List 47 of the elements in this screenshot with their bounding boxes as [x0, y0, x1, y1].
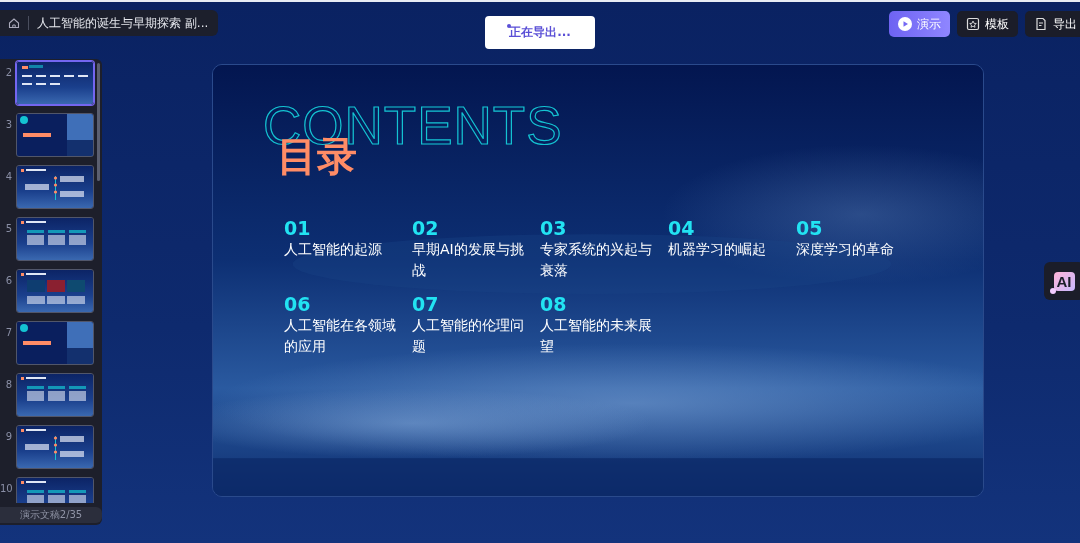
item-title: 专家系统的兴起与衰落	[540, 240, 653, 280]
ai-assistant-button[interactable]: AI	[1044, 262, 1080, 300]
slide-thumbnail[interactable]	[16, 269, 94, 313]
slide-number: 5	[4, 222, 12, 234]
slide-number: 8	[4, 378, 12, 390]
item-number: 05	[796, 217, 823, 239]
item-title: 早期AI的发展与挑战	[412, 240, 525, 280]
slide-thumbnail[interactable]	[16, 425, 94, 469]
item-number: 08	[540, 293, 567, 315]
item-number: 01	[284, 217, 311, 239]
slide-thumbnail[interactable]	[16, 373, 94, 417]
loading-dot-icon	[507, 24, 511, 28]
slide-thumbnail[interactable]	[16, 165, 94, 209]
item-number: 07	[412, 293, 439, 315]
item-title: 人工智能的伦理问题	[412, 316, 525, 356]
scrollbar[interactable]	[97, 63, 100, 181]
item-title: 深度学习的革命	[796, 240, 895, 259]
slide-thumbnail[interactable]	[16, 113, 94, 157]
item-title: 机器学习的崛起	[668, 240, 767, 259]
document-icon	[1034, 17, 1048, 31]
document-title: 人工智能的诞生与早期探索 副...	[37, 14, 209, 32]
item-title: 人工智能在各领域的应用	[284, 316, 397, 356]
export-button[interactable]: 导出	[1025, 11, 1080, 37]
slide-number: 6	[4, 274, 12, 286]
template-icon	[966, 17, 980, 31]
home-icon	[8, 17, 20, 29]
item-title: 人工智能的未来展望	[540, 316, 653, 356]
template-button[interactable]: 模板	[957, 11, 1018, 37]
slide-number: 2	[4, 66, 12, 78]
document-title-bar[interactable]: 人工智能的诞生与早期探索 副...	[0, 10, 219, 36]
slide-number: 9	[4, 430, 12, 442]
slide-count: 演示文稿2/35	[0, 507, 102, 523]
export-toast: 正在导出...	[485, 16, 595, 49]
item-title: 人工智能的起源	[284, 240, 383, 259]
play-icon	[898, 17, 912, 31]
item-number: 02	[412, 217, 439, 239]
item-number: 06	[284, 293, 311, 315]
item-number: 04	[668, 217, 695, 239]
slide-number: 7	[4, 326, 12, 338]
slide-number: 3	[4, 118, 12, 130]
slide-thumbnail[interactable]	[16, 321, 94, 365]
slide-thumbnail[interactable]	[16, 217, 94, 261]
slide-thumbnail[interactable]	[16, 61, 94, 105]
present-button[interactable]: 演示	[889, 11, 950, 37]
slide-number: 4	[4, 170, 12, 182]
item-number: 03	[540, 217, 567, 239]
slide-number: 10	[0, 482, 12, 494]
